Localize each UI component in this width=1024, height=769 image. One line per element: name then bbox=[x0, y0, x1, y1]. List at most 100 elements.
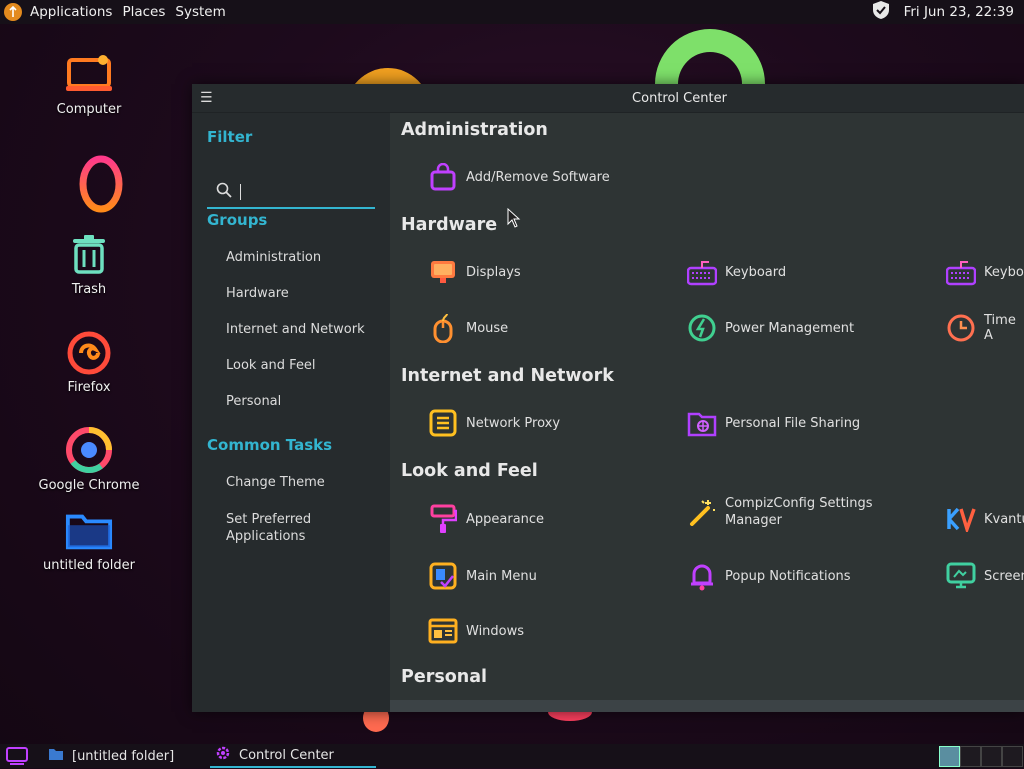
entry-keyboard[interactable]: Keyboard bbox=[687, 257, 786, 287]
task-set-preferred-applications[interactable]: Set Preferred Applications bbox=[226, 511, 311, 545]
folder-icon bbox=[48, 747, 64, 765]
entry-time-and-date[interactable]: Time A bbox=[946, 313, 1024, 343]
show-desktop-icon[interactable] bbox=[6, 747, 28, 769]
clock-icon bbox=[946, 313, 976, 343]
desktop-icon-computer[interactable]: Computer bbox=[34, 50, 144, 117]
taskbar-item-untitled-folder[interactable]: [untitled folder] bbox=[40, 744, 208, 768]
applet-list: Administration Add/Remove Software Hardw… bbox=[390, 113, 1024, 700]
entry-label: Popup Notifications bbox=[725, 568, 851, 584]
entry-label: Mouse bbox=[466, 320, 509, 336]
desktop-icon-folder[interactable]: untitled folder bbox=[34, 506, 144, 573]
entry-label: Power Management bbox=[725, 320, 855, 336]
entry-label-block: CompizConfig Settings Manager bbox=[725, 495, 873, 529]
search-input[interactable] bbox=[240, 184, 241, 200]
entry-kvantum[interactable]: Kvantu bbox=[946, 504, 1024, 534]
desktop-icon-label: Firefox bbox=[67, 380, 111, 395]
filter-heading: Filter bbox=[207, 128, 253, 146]
keyboard-icon bbox=[946, 257, 976, 287]
filter-search-field[interactable] bbox=[207, 177, 375, 209]
workspace-1[interactable] bbox=[939, 746, 960, 767]
workspace-3[interactable] bbox=[981, 746, 1002, 767]
group-hardware[interactable]: Hardware bbox=[226, 286, 289, 301]
desktop-icon-label: Computer bbox=[56, 102, 122, 117]
entry-personal-file-sharing[interactable]: Personal File Sharing bbox=[687, 408, 860, 438]
section-look-and-feel: Look and Feel bbox=[401, 461, 538, 481]
entry-appearance[interactable]: Appearance bbox=[428, 504, 544, 534]
group-personal[interactable]: Personal bbox=[226, 394, 281, 409]
entry-displays[interactable]: Displays bbox=[428, 257, 521, 287]
section-hardware: Hardware bbox=[401, 215, 498, 235]
control-center-window: ☰ Control Center Filter Groups Administr… bbox=[192, 84, 1024, 712]
entry-mouse[interactable]: Mouse bbox=[428, 313, 508, 343]
search-icon bbox=[216, 182, 232, 202]
entry-popup-notifications[interactable]: Popup Notifications bbox=[687, 561, 851, 591]
clock[interactable]: Fri Jun 23, 22:39 bbox=[904, 4, 1014, 20]
workspace-2[interactable] bbox=[960, 746, 981, 767]
applications-logo-icon[interactable] bbox=[4, 3, 22, 21]
entry-label: Kvantu bbox=[984, 511, 1024, 527]
entry-network-proxy[interactable]: Network Proxy bbox=[428, 408, 560, 438]
shield-icon[interactable] bbox=[872, 0, 890, 24]
sidebar: Filter Groups Administration Hardware In… bbox=[192, 113, 390, 712]
main-menu-icon bbox=[428, 561, 458, 591]
entry-label: Screen bbox=[984, 568, 1024, 584]
keyboard-icon bbox=[687, 257, 717, 287]
entry-main-menu[interactable]: Main Menu bbox=[428, 561, 537, 591]
groups-heading: Groups bbox=[207, 211, 268, 229]
bell-icon bbox=[687, 561, 717, 591]
taskbar-item-control-center[interactable]: Control Center bbox=[210, 744, 376, 768]
entry-label: Appearance bbox=[466, 511, 545, 527]
desktop-icon-opera[interactable] bbox=[46, 155, 156, 213]
kvantum-icon bbox=[946, 504, 976, 534]
entry-screensaver[interactable]: Screen bbox=[946, 561, 1024, 591]
desktop-icon-trash[interactable]: Trash bbox=[34, 230, 144, 297]
entry-label: Personal File Sharing bbox=[725, 415, 861, 431]
task-label-line1: Set Preferred bbox=[226, 512, 312, 527]
common-tasks-heading: Common Tasks bbox=[207, 436, 333, 454]
display-icon bbox=[428, 257, 458, 287]
taskbar-item-label: [untitled folder] bbox=[72, 748, 175, 764]
desktop-icon-label: untitled folder bbox=[42, 558, 135, 573]
menu-places[interactable]: Places bbox=[117, 4, 170, 20]
panel-menu: Applications Places System bbox=[0, 0, 231, 24]
entry-label-line2: Manager bbox=[725, 513, 782, 528]
group-administration[interactable]: Administration bbox=[226, 250, 321, 265]
entry-label-line1: CompizConfig Settings bbox=[725, 496, 873, 511]
entry-label: Displays bbox=[466, 264, 521, 280]
horizontal-scrollbar[interactable] bbox=[390, 700, 1024, 712]
entry-windows[interactable]: Windows bbox=[428, 616, 524, 646]
system-tray: Fri Jun 23, 22:39 bbox=[872, 0, 1014, 24]
mouse-icon bbox=[428, 313, 458, 343]
task-label-line2: Applications bbox=[226, 529, 306, 544]
mouse-pointer-icon bbox=[507, 208, 521, 228]
entry-power-management[interactable]: Power Management bbox=[687, 313, 854, 343]
computer-icon bbox=[65, 50, 113, 98]
chrome-icon bbox=[65, 426, 113, 474]
folder-icon bbox=[65, 506, 113, 554]
desktop-icon-firefox[interactable]: Firefox bbox=[34, 328, 144, 395]
entry-keyboard-2[interactable]: Keybo bbox=[946, 257, 1024, 287]
menu-system[interactable]: System bbox=[170, 4, 230, 20]
firefox-icon bbox=[65, 328, 113, 376]
entry-add-remove-software[interactable]: Add/Remove Software bbox=[428, 162, 610, 192]
bottom-taskbar: [untitled folder] Control Center bbox=[0, 744, 1024, 768]
entry-label: Keybo bbox=[984, 264, 1024, 280]
entry-label: Add/Remove Software bbox=[466, 169, 610, 185]
menu-applications[interactable]: Applications bbox=[25, 4, 117, 20]
workspace-4[interactable] bbox=[1002, 746, 1023, 767]
task-change-theme[interactable]: Change Theme bbox=[226, 475, 325, 490]
entry-compizconfig[interactable]: CompizConfig Settings Manager bbox=[687, 495, 873, 529]
folder-share-icon bbox=[687, 408, 717, 438]
magic-wand-icon bbox=[687, 497, 717, 527]
desktop-icon-chrome[interactable]: Google Chrome bbox=[34, 426, 144, 493]
group-internet-network[interactable]: Internet and Network bbox=[226, 322, 365, 337]
section-administration: Administration bbox=[401, 120, 548, 140]
section-personal: Personal bbox=[401, 667, 488, 687]
section-internet-network: Internet and Network bbox=[401, 366, 614, 386]
window-titlebar[interactable]: ☰ Control Center bbox=[192, 84, 1024, 113]
group-look-and-feel[interactable]: Look and Feel bbox=[226, 358, 316, 373]
power-icon bbox=[687, 313, 717, 343]
trash-icon bbox=[65, 230, 113, 278]
entry-label: Network Proxy bbox=[466, 415, 561, 431]
screensaver-icon bbox=[946, 561, 976, 591]
